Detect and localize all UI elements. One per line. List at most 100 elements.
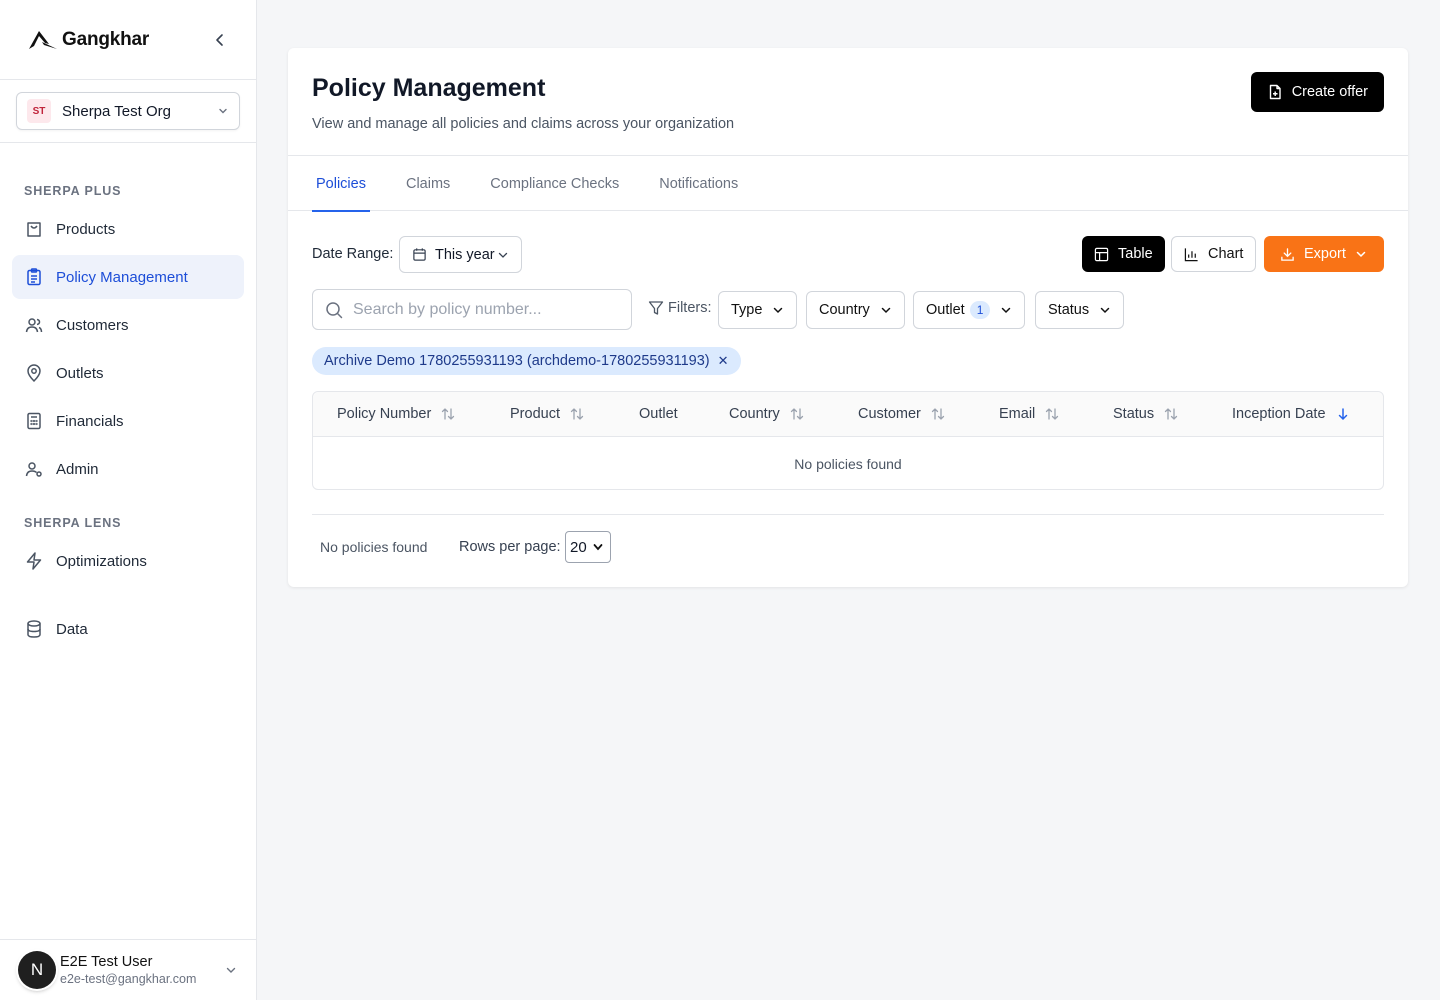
outlet-filter-label: Outlet <box>926 302 965 318</box>
search-input[interactable] <box>353 300 613 319</box>
mountain-logo-icon <box>29 30 57 49</box>
table-empty-state: No policies found <box>794 455 902 472</box>
user-cog-icon <box>24 459 44 479</box>
org-switcher[interactable]: ST Sherpa Test Org <box>16 92 240 130</box>
tab-claims[interactable]: Claims <box>402 156 454 211</box>
create-offer-label: Create offer <box>1291 84 1368 100</box>
rows-per-page-select[interactable]: 20 <box>565 531 611 563</box>
chevron-down-icon <box>1100 307 1110 314</box>
create-offer-button[interactable]: Create offer <box>1250 72 1384 112</box>
avatar: N <box>18 951 56 989</box>
chevron-down-icon <box>219 108 227 114</box>
table-view-button[interactable]: Table <box>1082 236 1165 272</box>
column-header-country[interactable]: Country <box>729 406 804 422</box>
status-filter-label: Status <box>1048 302 1090 318</box>
calculator-icon <box>24 411 44 431</box>
date-range-value: This year <box>435 246 495 263</box>
sidebar-item-optimizations[interactable]: Optimizations <box>12 539 244 583</box>
collapse-sidebar-button[interactable] <box>208 28 232 52</box>
users-icon <box>24 315 44 335</box>
chevron-left-icon <box>216 34 223 46</box>
user-name: E2E Test User <box>60 954 153 970</box>
database-icon <box>24 619 44 639</box>
filters-label-text: Filters: <box>668 300 712 316</box>
page-title: Policy Management <box>312 74 546 102</box>
sidebar-item-label: Financials <box>56 412 124 430</box>
tab-policies[interactable]: Policies <box>312 156 370 212</box>
sidebar-item-outlets[interactable]: Outlets <box>12 351 244 395</box>
tab-compliance-checks[interactable]: Compliance Checks <box>486 156 623 211</box>
chevron-down-icon <box>1002 307 1011 314</box>
table-header: Policy Number Product Outlet Country Cus… <box>313 392 1383 437</box>
filters-label: Filters: <box>648 300 712 316</box>
page-subtitle: View and manage all policies and claims … <box>312 116 735 132</box>
sidebar-item-policy-management[interactable]: Policy Management <box>12 255 244 299</box>
sidebar-item-admin[interactable]: Admin <box>12 447 244 491</box>
clipboard-list-icon <box>24 267 44 287</box>
toolbar: Date Range: This year Table Chart Export <box>312 236 1384 274</box>
sort-icon <box>1164 408 1178 420</box>
download-icon <box>1281 247 1294 261</box>
sidebar-item-label: Optimizations <box>56 552 147 570</box>
outlet-filter-button[interactable]: Outlet 1 <box>913 291 1026 329</box>
sort-icon <box>931 408 945 420</box>
sidebar-item-customers[interactable]: Customers <box>12 303 244 347</box>
column-header-policy-number[interactable]: Policy Number <box>337 406 455 422</box>
column-header-label: Policy Number <box>337 406 432 422</box>
sort-icon <box>1046 408 1059 420</box>
sidebar-item-label: Outlets <box>56 364 104 382</box>
sidebar-item-data[interactable]: Data <box>12 607 244 651</box>
column-header-status[interactable]: Status <box>1113 406 1178 422</box>
shopping-bag-icon <box>24 219 44 239</box>
user-menu[interactable]: N E2E Test User e2e-test@gangkhar.com <box>0 939 256 1000</box>
bar-chart-icon <box>1184 247 1198 261</box>
divider <box>312 514 1384 515</box>
org-badge: ST <box>27 99 51 123</box>
remove-filter-icon[interactable]: ✕ <box>718 353 729 369</box>
type-filter-label: Type <box>731 302 763 318</box>
tab-notifications[interactable]: Notifications <box>655 156 742 211</box>
rows-per-page-value: 20 <box>570 538 587 556</box>
map-pin-icon <box>24 363 44 383</box>
sidebar-item-label: Policy Management <box>56 268 188 286</box>
sidebar-item-financials[interactable]: Financials <box>12 399 244 443</box>
country-filter-button[interactable]: Country <box>806 291 905 329</box>
file-plus-icon <box>1269 84 1281 100</box>
policy-search <box>312 289 632 330</box>
active-filter-chip: Archive Demo 1780255931193 (archdemo-178… <box>312 347 741 375</box>
filter-icon <box>648 301 664 315</box>
sort-icon <box>790 408 803 420</box>
sidebar-item-label: Customers <box>56 316 129 334</box>
sidebar: Gangkhar ST Sherpa Test Org SHERPA PLUS … <box>0 0 257 1000</box>
table-view-label: Table <box>1118 246 1153 262</box>
chevron-down-icon <box>593 544 603 551</box>
section-label-sherpa-lens: SHERPA LENS <box>24 516 122 530</box>
policy-management-card: Policy Management View and manage all po… <box>288 48 1408 587</box>
column-header-outlet: Outlet <box>639 406 678 422</box>
brand-logo[interactable]: Gangkhar <box>28 29 149 51</box>
column-header-inception-date[interactable]: Inception Date <box>1232 406 1350 422</box>
export-button[interactable]: Export <box>1264 236 1384 272</box>
column-header-email[interactable]: Email <box>999 406 1059 422</box>
sidebar-item-label: Admin <box>56 460 99 478</box>
chart-view-button[interactable]: Chart <box>1171 236 1257 272</box>
sort-descending-icon <box>1338 408 1347 421</box>
column-header-label: Status <box>1113 406 1155 422</box>
type-filter-button[interactable]: Type <box>718 291 798 329</box>
column-header-label: Inception Date <box>1232 406 1326 422</box>
tab-bar: Policies Claims Compliance Checks Notifi… <box>288 156 1408 212</box>
chevron-down-icon <box>498 252 507 258</box>
active-filter-chip-label: Archive Demo 1780255931193 (archdemo-178… <box>324 353 710 369</box>
sidebar-item-products[interactable]: Products <box>12 207 244 251</box>
status-filter-button[interactable]: Status <box>1035 291 1125 329</box>
column-header-customer[interactable]: Customer <box>858 406 945 422</box>
table-icon <box>1094 247 1109 261</box>
pagination-summary: No policies found <box>320 539 428 555</box>
rows-per-page-label: Rows per page: <box>459 539 561 555</box>
policies-table: Policy Number Product Outlet Country Cus… <box>312 391 1384 490</box>
sort-icon <box>570 408 584 420</box>
outlet-filter-count-badge: 1 <box>969 301 991 319</box>
date-range-picker[interactable]: This year <box>399 236 522 273</box>
column-header-label: Email <box>999 406 1036 422</box>
column-header-product[interactable]: Product <box>510 406 584 422</box>
